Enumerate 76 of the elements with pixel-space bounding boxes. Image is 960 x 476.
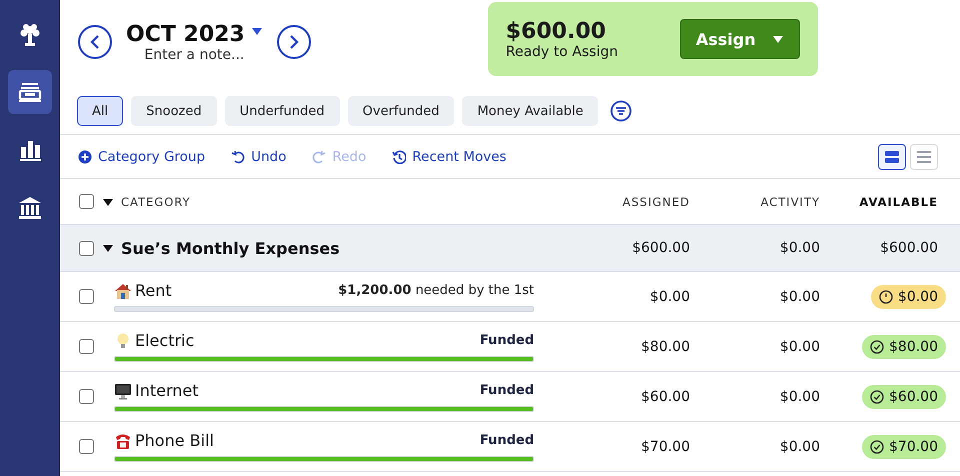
filter-icon — [610, 100, 632, 122]
column-header: CATEGORY — [121, 194, 191, 208]
amount: $0.00 — [650, 288, 690, 304]
amount: $600.00 — [880, 240, 938, 256]
filter-tab[interactable]: Money Available — [462, 96, 598, 126]
collapse-triangle-icon — [103, 196, 113, 206]
category-row[interactable]: Phone Bill Funded $70.00 $0.00 $70.00 — [60, 422, 960, 472]
filter-tab[interactable]: All — [77, 96, 124, 126]
amount: $600.00 — [632, 240, 690, 256]
available-badge[interactable]: $70.00 — [862, 434, 946, 458]
check-circle-icon — [870, 440, 884, 454]
redo-icon — [312, 150, 326, 164]
check-circle-icon — [870, 390, 884, 404]
house-icon — [114, 282, 132, 300]
target-text: $1,200.00 needed by the 1st — [338, 283, 534, 298]
sidebar-item[interactable] — [8, 70, 52, 114]
rows-icon — [885, 150, 899, 164]
category-row[interactable]: Electric Funded $80.00 $0.00 $80.00 — [60, 322, 960, 372]
amount: $0.00 — [780, 438, 820, 454]
next-month-button[interactable] — [276, 25, 311, 59]
amount: $80.00 — [641, 338, 690, 354]
monitor-icon — [114, 382, 132, 400]
category-row[interactable]: Rent $1,200.00 needed by the 1st $0.00 $0.00 $0.00 — [60, 272, 960, 322]
clock-icon — [878, 290, 893, 304]
amount: $60.00 — [641, 388, 690, 404]
chevron-left-icon — [89, 34, 101, 50]
target-text: Funded — [480, 433, 534, 448]
toolbar-button[interactable]: Undo — [231, 148, 286, 164]
amount: $0.00 — [780, 388, 820, 404]
caret-icon — [772, 34, 784, 44]
category-name: Rent — [135, 281, 172, 300]
caret-icon — [250, 26, 263, 36]
checkbox[interactable] — [79, 389, 94, 404]
view-toggle-button[interactable] — [878, 144, 906, 170]
category-name: Internet — [135, 381, 199, 400]
group-name: Sue’s Monthly Expenses — [121, 238, 340, 258]
ready-amount: $600.00 — [506, 18, 607, 44]
bank-icon — [16, 195, 42, 221]
target-text: Funded — [480, 333, 534, 348]
filter-tab[interactable]: Underfunded — [224, 96, 340, 126]
list-icon — [917, 150, 931, 164]
chevron-right-icon — [288, 34, 300, 50]
available-badge[interactable]: $60.00 — [862, 384, 946, 408]
filter-button[interactable] — [610, 100, 632, 122]
category-name: Electric — [135, 331, 194, 350]
month-title[interactable]: OCT 2023 — [126, 22, 245, 46]
amount: $0.00 — [780, 288, 820, 304]
previous-month-button[interactable] — [78, 25, 112, 59]
checkbox[interactable] — [79, 339, 94, 354]
plus-circle-icon — [78, 150, 92, 164]
ready-label: Ready to Assign — [506, 44, 618, 60]
filter-tab[interactable]: Overfunded — [348, 96, 454, 126]
undo-icon — [231, 150, 246, 164]
toolbar-button[interactable]: Recent Moves — [392, 148, 506, 164]
checkbox[interactable] — [79, 439, 94, 454]
group-row[interactable]: Sue’s Monthly Expenses $600.00 $0.00 $600.00 — [60, 225, 960, 272]
column-header: ACTIVITY — [760, 194, 820, 208]
checkbox[interactable] — [79, 240, 94, 256]
check-circle-icon — [870, 340, 884, 354]
amount: $70.00 — [641, 438, 690, 454]
history-icon — [392, 150, 406, 164]
amount: $0.00 — [780, 338, 820, 354]
amount: $0.00 — [780, 240, 820, 256]
telephone-icon — [114, 432, 132, 450]
toolbar-button[interactable]: Category Group — [78, 148, 206, 164]
column-header: AVAILABLE — [859, 194, 938, 208]
category-name: Phone Bill — [135, 431, 214, 450]
available-badge[interactable]: $0.00 — [870, 284, 946, 308]
column-header: ASSIGNED — [622, 194, 690, 208]
assign-button[interactable]: Assign — [680, 19, 800, 59]
available-badge[interactable]: $80.00 — [862, 334, 946, 358]
checkbox[interactable] — [79, 194, 94, 209]
category-row[interactable]: Internet Funded $60.00 $0.00 $60.00 — [60, 372, 960, 422]
target-text: Funded — [480, 383, 534, 398]
checkbox[interactable] — [79, 289, 94, 304]
filter-tab[interactable]: Snoozed — [131, 96, 217, 126]
